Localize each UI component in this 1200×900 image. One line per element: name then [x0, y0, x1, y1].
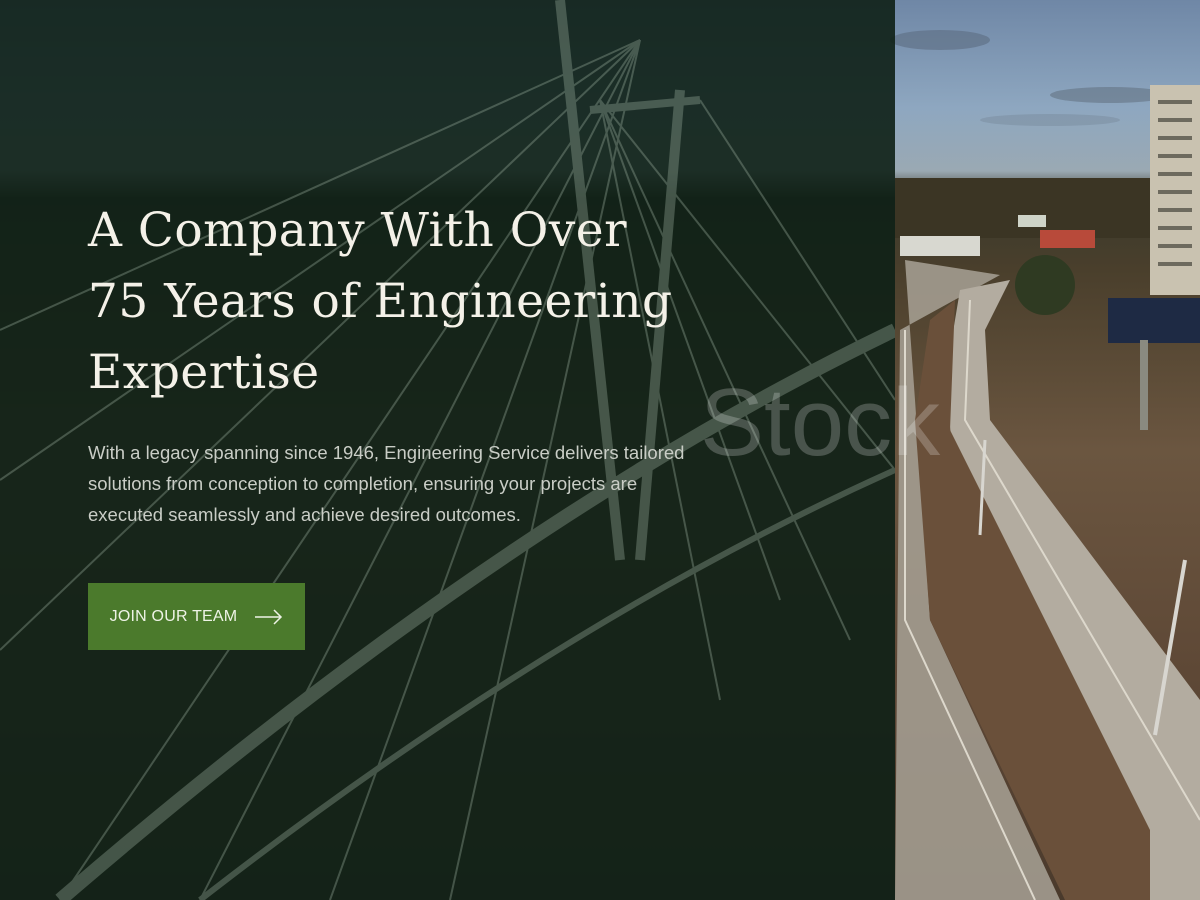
- headline-line-1: A Company With Over: [88, 203, 628, 258]
- hero-content: A Company With Over 75 Years of Engineer…: [88, 195, 708, 530]
- hero-section: Stock A Company With Over 75 Years of En…: [0, 0, 1200, 900]
- hero-headline: A Company With Over 75 Years of Engineer…: [88, 195, 708, 408]
- headline-line-2: 75 Years of Engineering: [88, 274, 673, 329]
- headline-line-3: Expertise: [88, 345, 320, 400]
- arrow-right-icon: [255, 608, 283, 625]
- stock-watermark: Stock: [700, 369, 941, 476]
- hero-description: With a legacy spanning since 1946, Engin…: [88, 442, 685, 525]
- join-our-team-label: JOIN OUR TEAM: [109, 607, 238, 625]
- join-our-team-button[interactable]: JOIN OUR TEAM: [88, 583, 305, 650]
